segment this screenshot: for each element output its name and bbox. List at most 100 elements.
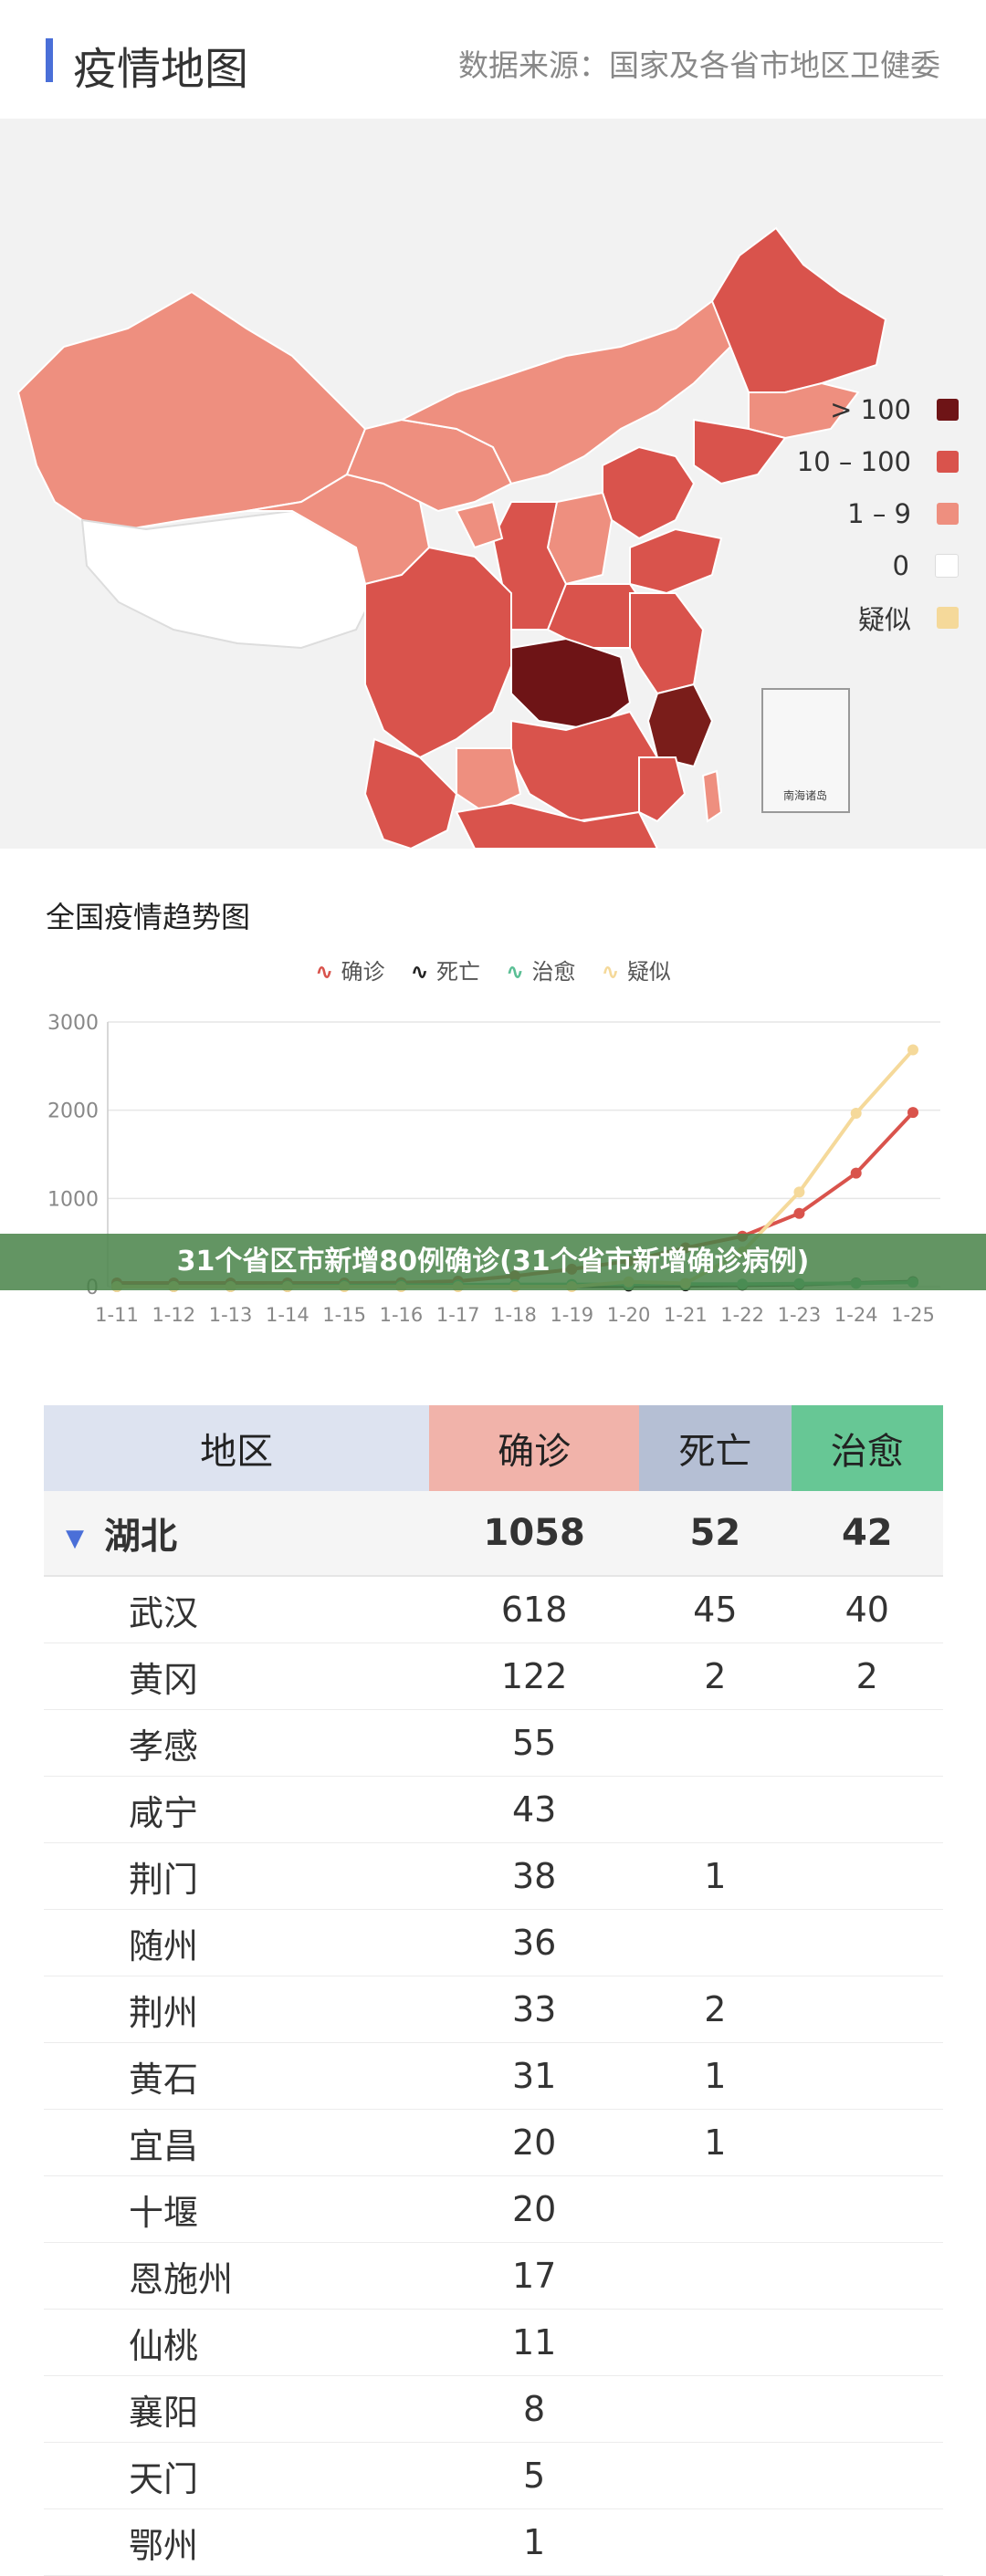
region-name: 宜昌 bbox=[129, 2125, 199, 2166]
x-tick-label: 1-17 bbox=[436, 1304, 480, 1326]
page-header: 疫情地图 数据来源：国家及各省市地区卫健委 bbox=[0, 0, 986, 119]
region-name: 黄石 bbox=[129, 2059, 199, 2100]
map-legend-swatch bbox=[937, 606, 959, 629]
map-legend: > 100 10 – 100 1 – 9 0 疑似 bbox=[776, 383, 959, 643]
x-tick-label: 1-23 bbox=[778, 1304, 822, 1326]
region-name: 湖北 bbox=[104, 1516, 177, 1558]
map-region-yunnan[interactable] bbox=[363, 737, 458, 850]
series-line-icon: ∿ bbox=[601, 959, 627, 985]
city-name-cell: 荆州 bbox=[44, 1976, 430, 2043]
region-name: 武汉 bbox=[129, 1592, 199, 1633]
cured-cell bbox=[791, 2309, 943, 2376]
city-name-cell: 黄冈 bbox=[44, 1643, 430, 1710]
map-region-ningxia[interactable] bbox=[455, 500, 504, 549]
map-region-zhejiang[interactable] bbox=[646, 683, 714, 768]
city-name-cell: 鄂州 bbox=[44, 2508, 430, 2576]
confirmed-cell: 33 bbox=[429, 1976, 640, 2043]
region-name: 荆门 bbox=[129, 1859, 199, 1900]
x-tick-label: 1-19 bbox=[550, 1304, 593, 1326]
map-region-heilongjiang[interactable] bbox=[710, 226, 887, 393]
south-china-sea-label: 南海诸岛 bbox=[783, 788, 827, 802]
city-name-cell: 天门 bbox=[44, 2442, 430, 2509]
map-region-hunan-jiangxi[interactable] bbox=[510, 710, 659, 823]
column-header[interactable]: 地区 bbox=[44, 1405, 430, 1491]
deaths-cell: 2 bbox=[639, 1643, 792, 1710]
deaths-cell: 1 bbox=[639, 2109, 792, 2176]
table-row: 随州 36 bbox=[44, 1909, 943, 1976]
cured-cell bbox=[791, 1909, 943, 1976]
data-point bbox=[850, 1108, 862, 1120]
table-row: 荆州 33 2 bbox=[44, 1976, 943, 2043]
x-tick-label: 1-12 bbox=[152, 1304, 195, 1326]
deaths-cell bbox=[639, 1709, 792, 1777]
region-name: 荆州 bbox=[129, 1992, 199, 2033]
chart-legend-label: 治愈 bbox=[531, 959, 576, 985]
map-legend-label: > 100 bbox=[830, 393, 911, 425]
deaths-cell bbox=[639, 2309, 792, 2376]
city-name-cell: 宜昌 bbox=[44, 2109, 430, 2176]
column-header[interactable]: 死亡 bbox=[639, 1405, 792, 1491]
data-point bbox=[907, 1107, 918, 1119]
city-name-cell: 恩施州 bbox=[44, 2242, 430, 2310]
city-name-cell: 十堰 bbox=[44, 2175, 430, 2243]
expand-triangle-icon[interactable]: ▼ bbox=[66, 1525, 84, 1552]
y-tick-label: 3000 bbox=[47, 1012, 99, 1035]
table-row: 仙桃 11 bbox=[44, 2309, 943, 2376]
page-title: 疫情地图 bbox=[73, 44, 249, 95]
region-table: 地区 确诊 死亡 治愈 ▼ 湖北 1058 52 42 武汉 618 45 40 黄冈 122 2 2 孝感 55… bbox=[44, 1405, 943, 2576]
x-tick-label: 1-20 bbox=[607, 1304, 651, 1326]
chart-legend-label: 疑似 bbox=[626, 959, 671, 985]
map-region-sichuan-chongqing[interactable] bbox=[364, 546, 512, 759]
x-tick-label: 1-14 bbox=[266, 1304, 309, 1326]
deaths-cell bbox=[639, 2375, 792, 2443]
deaths-cell bbox=[639, 2242, 792, 2310]
city-name-cell: 荆门 bbox=[44, 1842, 430, 1910]
x-tick-label: 1-13 bbox=[209, 1304, 253, 1326]
trend-title: 全国疫情趋势图 bbox=[46, 900, 251, 934]
column-header[interactable]: 确诊 bbox=[429, 1405, 640, 1491]
city-name-cell: 武汉 bbox=[44, 1576, 430, 1643]
deaths-cell bbox=[639, 2175, 792, 2243]
confirmed-cell: 1 bbox=[429, 2508, 640, 2576]
x-tick-label: 1-15 bbox=[322, 1304, 366, 1326]
city-name-cell: 孝感 bbox=[44, 1709, 430, 1777]
city-name-cell: 咸宁 bbox=[44, 1776, 430, 1843]
x-tick-label: 1-18 bbox=[493, 1304, 537, 1326]
chart-legend-item: ∿ 治愈 bbox=[506, 959, 575, 985]
cured-cell bbox=[791, 2375, 943, 2443]
map-region-hebei-beijing-tianjin[interactable] bbox=[602, 445, 696, 540]
map-legend-swatch bbox=[937, 502, 959, 525]
x-tick-label: 1-16 bbox=[380, 1304, 424, 1326]
map-legend-label: 1 – 9 bbox=[847, 497, 911, 529]
cured-cell bbox=[791, 1776, 943, 1843]
map-region-taiwan[interactable] bbox=[701, 769, 723, 823]
confirmed-cell: 31 bbox=[429, 2042, 640, 2110]
confirmed-cell: 1058 bbox=[429, 1491, 640, 1577]
region-name: 鄂州 bbox=[129, 2525, 199, 2566]
region-name: 十堰 bbox=[129, 2192, 199, 2233]
confirmed-cell: 618 bbox=[429, 1576, 640, 1643]
x-tick-label: 1-11 bbox=[95, 1304, 139, 1326]
region-name: 天门 bbox=[129, 2458, 199, 2499]
data-source-text: 数据来源：国家及各省市地区卫健委 bbox=[458, 47, 940, 83]
y-tick-label: 1000 bbox=[47, 1188, 99, 1211]
table-row: 咸宁 43 bbox=[44, 1776, 943, 1843]
map-region-shandong[interactable] bbox=[629, 527, 723, 595]
cured-cell: 42 bbox=[791, 1491, 943, 1577]
region-name: 随州 bbox=[129, 1925, 199, 1966]
map-legend-item: 1 – 9 bbox=[776, 487, 959, 539]
province-row[interactable]: ▼ 湖北 1058 52 42 bbox=[44, 1491, 943, 1577]
deaths-cell bbox=[639, 2442, 792, 2509]
deaths-cell: 1 bbox=[639, 1842, 792, 1910]
column-header[interactable]: 治愈 bbox=[791, 1405, 943, 1491]
cured-cell: 40 bbox=[791, 1576, 943, 1643]
map-region-jiangsu-anhui[interactable] bbox=[629, 592, 705, 695]
table-row: 黄冈 122 2 2 bbox=[44, 1643, 943, 1710]
map-region-xinjiang[interactable] bbox=[16, 290, 367, 531]
map-region-fujian[interactable] bbox=[638, 756, 687, 823]
deaths-cell: 1 bbox=[639, 2042, 792, 2110]
title-accent-bar bbox=[46, 38, 53, 82]
data-point bbox=[907, 1044, 918, 1056]
table-row: 襄阳 8 bbox=[44, 2375, 943, 2443]
table-row: 恩施州 17 bbox=[44, 2242, 943, 2310]
